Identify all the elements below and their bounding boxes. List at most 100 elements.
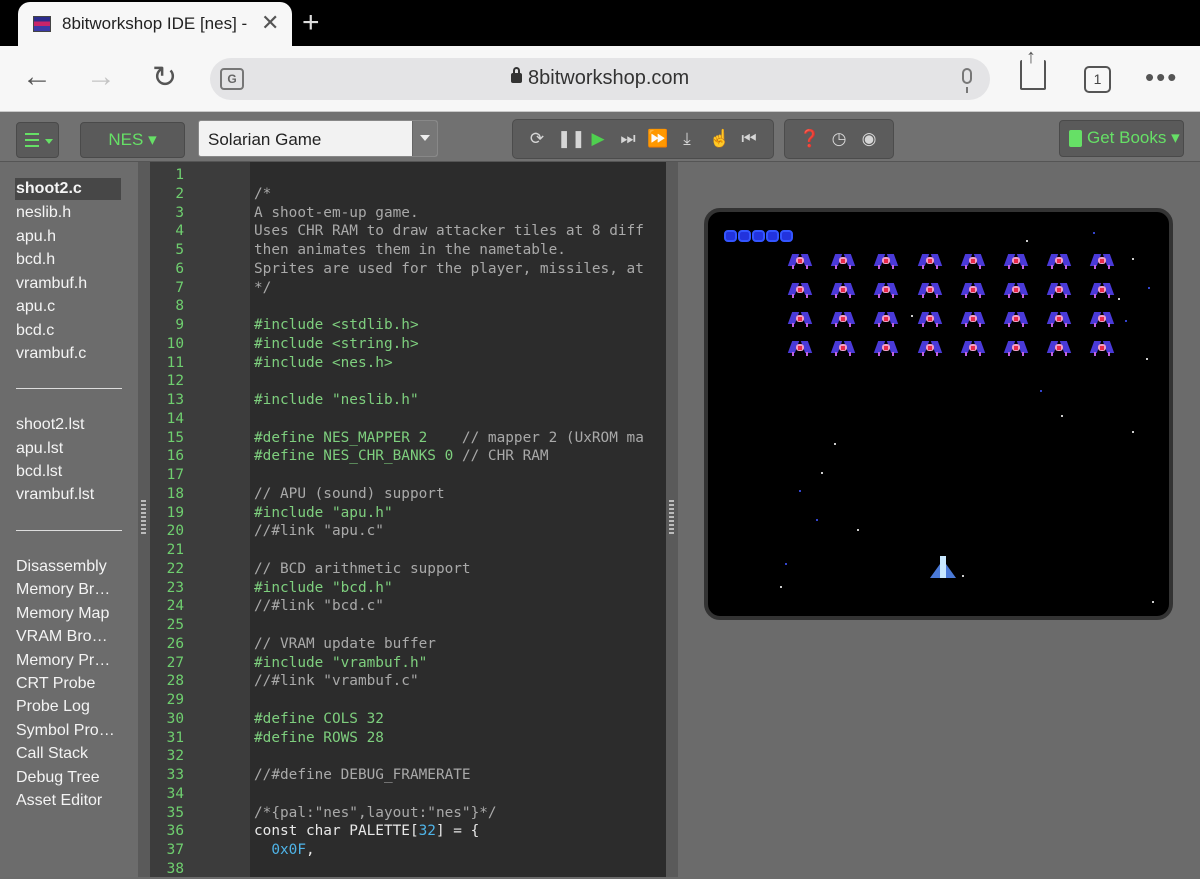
reload-icon[interactable]: ↻ <box>152 60 177 95</box>
alien-sprite <box>874 283 899 299</box>
star <box>780 586 782 588</box>
listing-item[interactable]: bcd.lst <box>16 463 62 481</box>
file-item[interactable]: vrambuf.h <box>16 275 87 293</box>
help-icon[interactable]: ❓ <box>799 129 820 149</box>
close-tab-icon[interactable]: ✕ <box>261 10 279 36</box>
code-line[interactable]: //#define DEBUG_FRAMERATE <box>254 766 471 785</box>
code-line[interactable]: A shoot-em-up game. <box>254 204 419 223</box>
code-line[interactable]: #include "bcd.h" <box>254 579 393 598</box>
code-line[interactable]: // APU (sound) support <box>254 485 445 504</box>
record-icon[interactable]: ◉ <box>859 129 879 149</box>
code-editor[interactable]: /* A shoot-em-up game. Uses CHR RAM to dra… <box>250 162 666 877</box>
file-item[interactable]: apu.c <box>16 298 55 316</box>
fast-forward-icon[interactable]: ⏩ <box>647 129 668 149</box>
code-line[interactable]: Sprites are used for the player, missile… <box>254 260 644 279</box>
tool-item[interactable]: Asset Editor <box>16 792 102 810</box>
new-tab-icon[interactable]: + <box>302 6 320 40</box>
tool-item[interactable]: Memory Br… <box>16 581 110 599</box>
code-line[interactable]: const char PALETTE[32] = { <box>254 822 479 841</box>
step-icon[interactable]: ⏭ <box>618 129 638 149</box>
line-number: 38 <box>166 860 184 877</box>
tool-item[interactable]: Memory Pr… <box>16 652 110 670</box>
back-icon[interactable]: ← <box>22 60 52 94</box>
play-icon[interactable]: ▶ <box>588 129 608 149</box>
editor-splitter[interactable] <box>666 162 678 877</box>
preset-select[interactable]: Solarian Game <box>198 120 438 157</box>
code-line[interactable]: // BCD arithmetic support <box>254 560 471 579</box>
browser-tab[interactable]: 8bitworkshop IDE [nes] - ✕ <box>18 2 292 46</box>
main-menu-button[interactable] <box>16 122 59 158</box>
code-line[interactable]: #include <string.h> <box>254 335 419 354</box>
reset-icon[interactable]: ⟳ <box>527 129 547 149</box>
code-line[interactable]: 0x0F, <box>254 841 314 860</box>
alien-sprite <box>787 283 813 299</box>
url-text[interactable]: 8bitworkshop.com <box>528 67 689 90</box>
alien-sprite <box>1003 341 1029 357</box>
listing-item[interactable]: apu.lst <box>16 440 63 458</box>
platform-button[interactable]: NES ▾ <box>80 122 185 158</box>
pause-icon[interactable]: ❚❚ <box>557 129 586 149</box>
download-icon[interactable]: ⤓ <box>677 129 697 149</box>
alien-sprite <box>917 312 942 328</box>
alien-sprite <box>960 341 985 357</box>
file-item[interactable]: vrambuf.c <box>16 345 86 363</box>
code-line[interactable]: #include "neslib.h" <box>254 391 419 410</box>
code-line[interactable]: // VRAM update buffer <box>254 635 436 654</box>
hamburger-icon <box>25 133 39 147</box>
listing-item[interactable]: shoot2.lst <box>16 416 84 434</box>
code-line[interactable]: Uses CHR RAM to draw attacker tiles at 8… <box>254 222 644 241</box>
tool-item[interactable]: Probe Log <box>16 698 90 716</box>
tool-item[interactable]: Call Stack <box>16 745 88 763</box>
code-line[interactable]: #define ROWS 28 <box>254 729 384 748</box>
tool-item[interactable]: VRAM Bro… <box>16 628 108 646</box>
code-line[interactable]: #define NES_MAPPER 2 // mapper 2 (UxROM … <box>254 429 644 448</box>
tool-item[interactable]: Symbol Pro… <box>16 722 115 740</box>
code-line[interactable]: #define COLS 32 <box>254 710 384 729</box>
file-item[interactable]: shoot2.c <box>15 178 121 200</box>
code-line[interactable]: #include <stdlib.h> <box>254 316 419 335</box>
code-line[interactable]: //#link "apu.c" <box>254 522 384 541</box>
translate-icon[interactable]: G <box>220 68 244 90</box>
touch-icon[interactable]: ☝ <box>709 129 730 149</box>
more-icon[interactable]: ••• <box>1145 62 1178 93</box>
line-number: 14 <box>166 410 184 427</box>
code-line[interactable]: */ <box>254 279 271 298</box>
code-line[interactable]: /*{pal:"nes",layout:"nes"}*/ <box>254 804 497 823</box>
file-item[interactable]: bcd.h <box>16 251 55 269</box>
forward-icon[interactable]: → <box>86 60 116 94</box>
code-line[interactable]: #define NES_CHR_BANKS 0 // CHR RAM <box>254 447 549 466</box>
get-books-button[interactable]: Get Books ▾ <box>1059 120 1184 157</box>
star <box>834 443 836 445</box>
sidebar-divider <box>16 388 122 389</box>
emulator-screen[interactable] <box>704 208 1173 620</box>
file-item[interactable]: apu.h <box>16 228 56 246</box>
rewind-icon[interactable]: ⏮ <box>739 129 759 149</box>
alien-sprite <box>1090 254 1115 270</box>
star <box>1061 415 1063 417</box>
listing-item[interactable]: vrambuf.lst <box>16 486 94 504</box>
tab-count-button[interactable]: 1 <box>1084 66 1111 93</box>
alien-sprite <box>1047 341 1072 357</box>
tool-item[interactable]: Disassembly <box>16 558 107 576</box>
file-item[interactable]: bcd.c <box>16 322 54 340</box>
share-icon[interactable] <box>1020 46 1046 90</box>
code-line[interactable]: #include "vrambuf.h" <box>254 654 427 673</box>
tool-item[interactable]: Memory Map <box>16 605 109 623</box>
select-arrow-icon[interactable] <box>412 121 437 156</box>
platform-label: NES <box>108 130 144 149</box>
alien-sprite <box>917 254 942 270</box>
code-line[interactable]: //#link "vrambuf.c" <box>254 672 419 691</box>
code-line[interactable]: #include <nes.h> <box>254 354 393 373</box>
line-number: 32 <box>166 748 184 765</box>
code-line[interactable]: #include "apu.h" <box>254 504 393 523</box>
file-item[interactable]: neslib.h <box>16 204 71 222</box>
address-bar[interactable]: G 8bitworkshop.com <box>210 58 990 100</box>
code-line[interactable]: then animates them in the nametable. <box>254 241 566 260</box>
drag-handle-icon[interactable] <box>669 500 674 534</box>
tool-item[interactable]: Debug Tree <box>16 769 100 787</box>
tool-item[interactable]: CRT Probe <box>16 675 95 693</box>
microphone-icon[interactable] <box>962 68 972 93</box>
code-line[interactable]: //#link "bcd.c" <box>254 597 384 616</box>
clock-icon[interactable]: ◷ <box>829 129 849 149</box>
code-line[interactable]: /* <box>254 185 271 204</box>
